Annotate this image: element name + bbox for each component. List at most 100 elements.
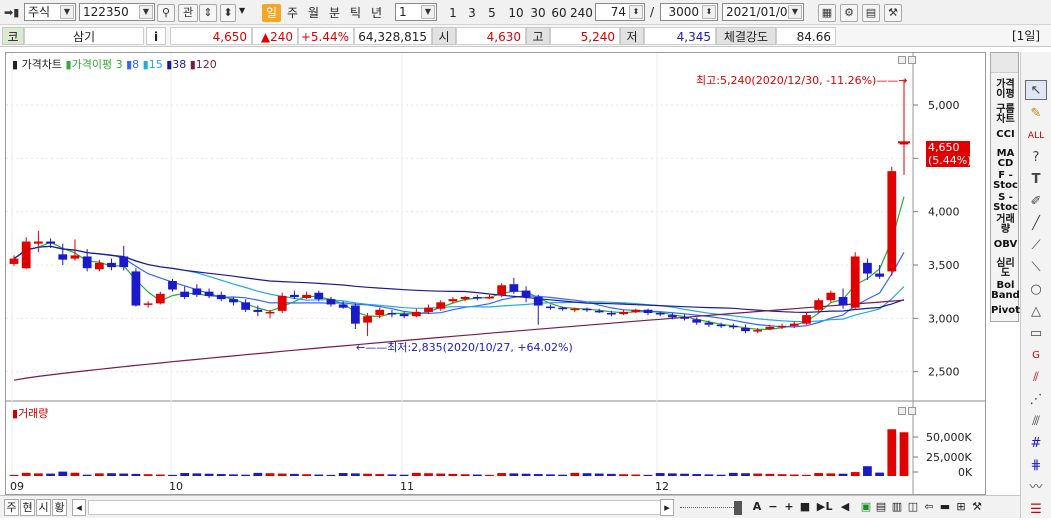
indicator-item[interactable]: 심리 도	[991, 259, 1020, 279]
market-select[interactable]: 주식 ▼	[24, 3, 76, 21]
bottom-nav-button[interactable]: ◀	[838, 499, 852, 516]
triangle-tool-icon[interactable]: △	[1025, 302, 1047, 322]
eraser-icon[interactable]: ✎	[1025, 104, 1047, 124]
help-icon[interactable]: ?	[1025, 148, 1047, 168]
tools-icon[interactable]: ⚒	[884, 4, 902, 22]
ray-line-icon[interactable]: ⟍	[1025, 258, 1047, 278]
bottom-tab[interactable]: 주	[4, 499, 19, 516]
indicator-item[interactable]: 가격 이평	[991, 80, 1020, 100]
channel-icon[interactable]: ⫻	[1025, 412, 1047, 432]
period-button[interactable]: 일	[262, 4, 281, 22]
minute-button[interactable]: 30	[528, 4, 548, 22]
minute-button[interactable]: 5	[485, 4, 499, 22]
menu-arrow-icon[interactable]: ➡▮	[4, 6, 19, 19]
scroll-left-icon[interactable]: ◂	[72, 499, 86, 516]
period-button[interactable]: 분	[325, 4, 344, 22]
pane-close-icon[interactable]	[908, 407, 916, 415]
info-button[interactable]: i	[146, 27, 166, 45]
speed-line-icon[interactable]: ⋰	[1025, 390, 1047, 410]
cursor-icon[interactable]: ↖	[1025, 80, 1047, 100]
arrow-left-icon[interactable]: ⇦	[922, 499, 936, 516]
chevron-down-icon[interactable]: ▼	[421, 5, 435, 19]
grid-icon[interactable]: ⊞	[954, 499, 968, 516]
indicator-item[interactable]: S - Stoc	[991, 193, 1020, 213]
pane-minimize-icon[interactable]	[898, 56, 906, 64]
scroll-right-icon[interactable]: ▸	[660, 499, 674, 516]
gann-tool-icon[interactable]: G	[1025, 346, 1047, 366]
print-icon[interactable]: ▥	[890, 499, 904, 516]
bottom-nav-button[interactable]: A	[750, 499, 764, 516]
spinner-icon[interactable]: ⬍	[702, 5, 716, 19]
indicator-item[interactable]: Bol Band	[991, 281, 1020, 301]
chart-area[interactable]: 5,0004,5004,0003,5003,0002,50050,000K25,…	[5, 52, 986, 495]
search-icon[interactable]: ⚲	[157, 4, 175, 22]
wave-tool-icon[interactable]: 〰	[1025, 478, 1047, 498]
period-button[interactable]: 년	[367, 4, 386, 22]
indicator-item[interactable]: 구름 차트	[991, 105, 1020, 125]
all-delete-icon[interactable]: ALL	[1025, 126, 1047, 146]
bottom-tab[interactable]: 현	[20, 499, 35, 516]
related-button[interactable]: 관	[178, 4, 198, 22]
bottom-nav-button[interactable]: ■	[798, 499, 812, 516]
indicator-item[interactable]: Pivot	[991, 306, 1020, 316]
count-input[interactable]: 74 ⬍	[595, 3, 645, 21]
grid-tool-icon[interactable]: ⋕	[1025, 456, 1047, 476]
date-picker[interactable]: 2021/01/03 ▼	[722, 3, 804, 21]
pen-icon[interactable]: ✐	[1025, 192, 1047, 212]
total-input[interactable]: 3000 ⬍	[660, 3, 718, 21]
slash-text: /	[650, 5, 655, 19]
indicator-item[interactable]: OBV	[991, 240, 1020, 250]
horizontal-scrollbar[interactable]	[88, 500, 663, 515]
indicator-item[interactable]: MA CD	[991, 149, 1020, 169]
pane-close-icon[interactable]	[908, 56, 916, 64]
tools-icon[interactable]: ⚒	[970, 499, 984, 516]
bottom-tab[interactable]: 시	[36, 499, 51, 516]
period-button[interactable]: 월	[304, 4, 323, 22]
period-button[interactable]: 틱	[346, 4, 365, 22]
indicator-item[interactable]: 거래 량	[991, 215, 1020, 235]
chart-icon[interactable]: ▦	[818, 4, 836, 22]
fan-line-icon[interactable]: #	[1025, 434, 1047, 454]
spinner-icon[interactable]: ⬍	[629, 5, 643, 19]
fibonacci-icon[interactable]: ⫽	[1025, 368, 1047, 388]
text-tool-icon[interactable]: T	[1025, 170, 1047, 190]
chevron-down-icon[interactable]: ▼	[788, 5, 802, 19]
excel-icon[interactable]: ▣	[859, 499, 873, 516]
chevron-down-icon[interactable]: ▼	[60, 5, 74, 19]
line-tool-icon[interactable]: ╱	[1025, 214, 1047, 234]
lock-icon[interactable]: ▬	[938, 499, 952, 516]
zoom-slider-thumb[interactable]	[734, 501, 742, 515]
indicator-item[interactable]: CCI	[991, 130, 1020, 140]
save-icon[interactable]: ▤	[862, 4, 880, 22]
zoom-slider[interactable]	[680, 507, 742, 510]
save-icon[interactable]: ▤	[874, 499, 888, 516]
chevron-down-icon[interactable]: ▼	[239, 6, 245, 15]
pane-minimize-icon[interactable]	[898, 407, 906, 415]
minute-button[interactable]: 3	[465, 4, 479, 22]
period-button[interactable]: 주	[283, 4, 302, 22]
candle-body	[533, 297, 543, 306]
bottom-nav-button[interactable]: L	[822, 499, 836, 516]
up-down-icon[interactable]: ⇕	[199, 4, 217, 22]
circle-tool-icon[interactable]: ○	[1025, 280, 1047, 300]
minute-button[interactable]: 60	[549, 4, 569, 22]
indicator-item[interactable]: F - Stoc	[991, 171, 1020, 191]
bottom-tab[interactable]: 황	[52, 499, 67, 516]
interval-select[interactable]: 1 ▼	[395, 3, 437, 21]
minute-button[interactable]: 1	[446, 4, 460, 22]
spinner-icon[interactable]: ⬍	[220, 4, 236, 22]
ma-value: ▮38	[162, 58, 187, 71]
minute-button[interactable]: 240	[570, 4, 593, 22]
list-tool-icon[interactable]: ☰	[1025, 500, 1047, 520]
code-input[interactable]: 122350 ▼	[79, 3, 155, 21]
bottom-nav-button[interactable]: +	[782, 499, 796, 516]
minute-button[interactable]: 10	[506, 4, 526, 22]
chevron-down-icon[interactable]: ▼	[139, 5, 153, 19]
volume-bar	[692, 474, 702, 476]
trend-line-icon[interactable]: ⟋	[1025, 236, 1047, 256]
gear-icon[interactable]: ⚙	[840, 4, 858, 22]
layout-icon[interactable]: ◫	[906, 499, 920, 516]
chart-svg[interactable]: 5,0004,5004,0003,5003,0002,50050,000K25,…	[6, 53, 985, 494]
bottom-nav-button[interactable]: −	[766, 499, 780, 516]
rectangle-tool-icon[interactable]: ▭	[1025, 324, 1047, 344]
